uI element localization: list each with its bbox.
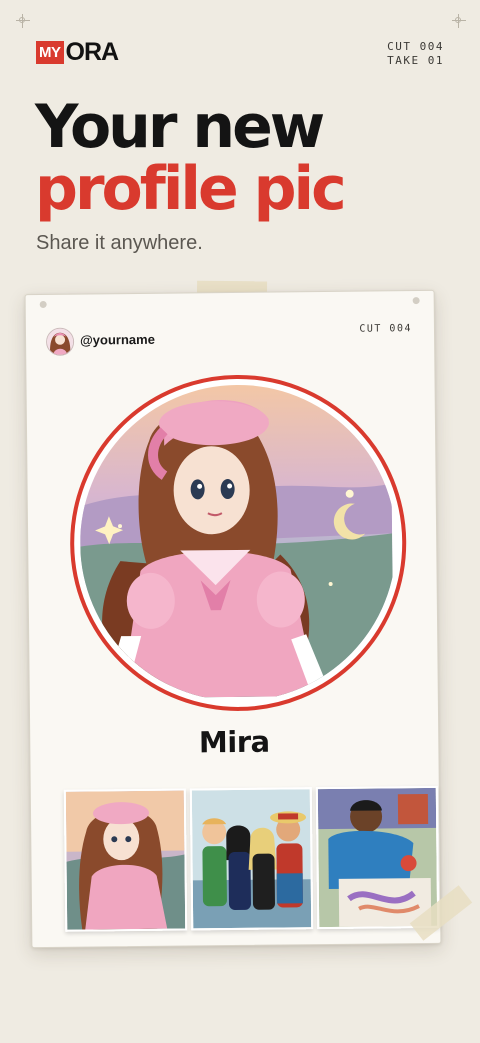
thumbnail-anime-girl[interactable] xyxy=(63,788,188,932)
subhead: Share it anywhere. xyxy=(36,232,203,254)
logo-my: MY xyxy=(36,40,64,64)
cut-meta: CUT 004 TAKE 01 xyxy=(387,40,444,68)
thumbnail-anime-boy[interactable] xyxy=(315,785,440,930)
display-name: Mira xyxy=(198,724,270,760)
avatar-icon[interactable] xyxy=(45,327,75,356)
headline-line-2: profile pic xyxy=(35,154,347,224)
card-cut-label: CUT 004 xyxy=(359,323,413,335)
profile-portrait[interactable] xyxy=(68,373,408,713)
username[interactable]: @yourname xyxy=(80,332,155,348)
logo-ora: ORA xyxy=(65,38,120,66)
headline-line-1: Your new xyxy=(35,92,325,162)
pin-dot-left xyxy=(39,300,47,309)
thumbnail-anime-group[interactable] xyxy=(189,787,314,931)
crosshair-icon-right xyxy=(452,14,466,28)
profile-card: @yourname CUT 004 Mira xyxy=(24,289,442,949)
portrait-image xyxy=(78,383,398,702)
take-label: TAKE 01 xyxy=(387,54,444,67)
headline: Your new profile pic xyxy=(35,92,347,224)
crosshair-icon-left xyxy=(16,14,30,28)
cut-label: CUT 004 xyxy=(387,40,444,53)
brand-logo[interactable]: MY ORA xyxy=(36,38,120,66)
pin-dot-right xyxy=(412,297,420,305)
